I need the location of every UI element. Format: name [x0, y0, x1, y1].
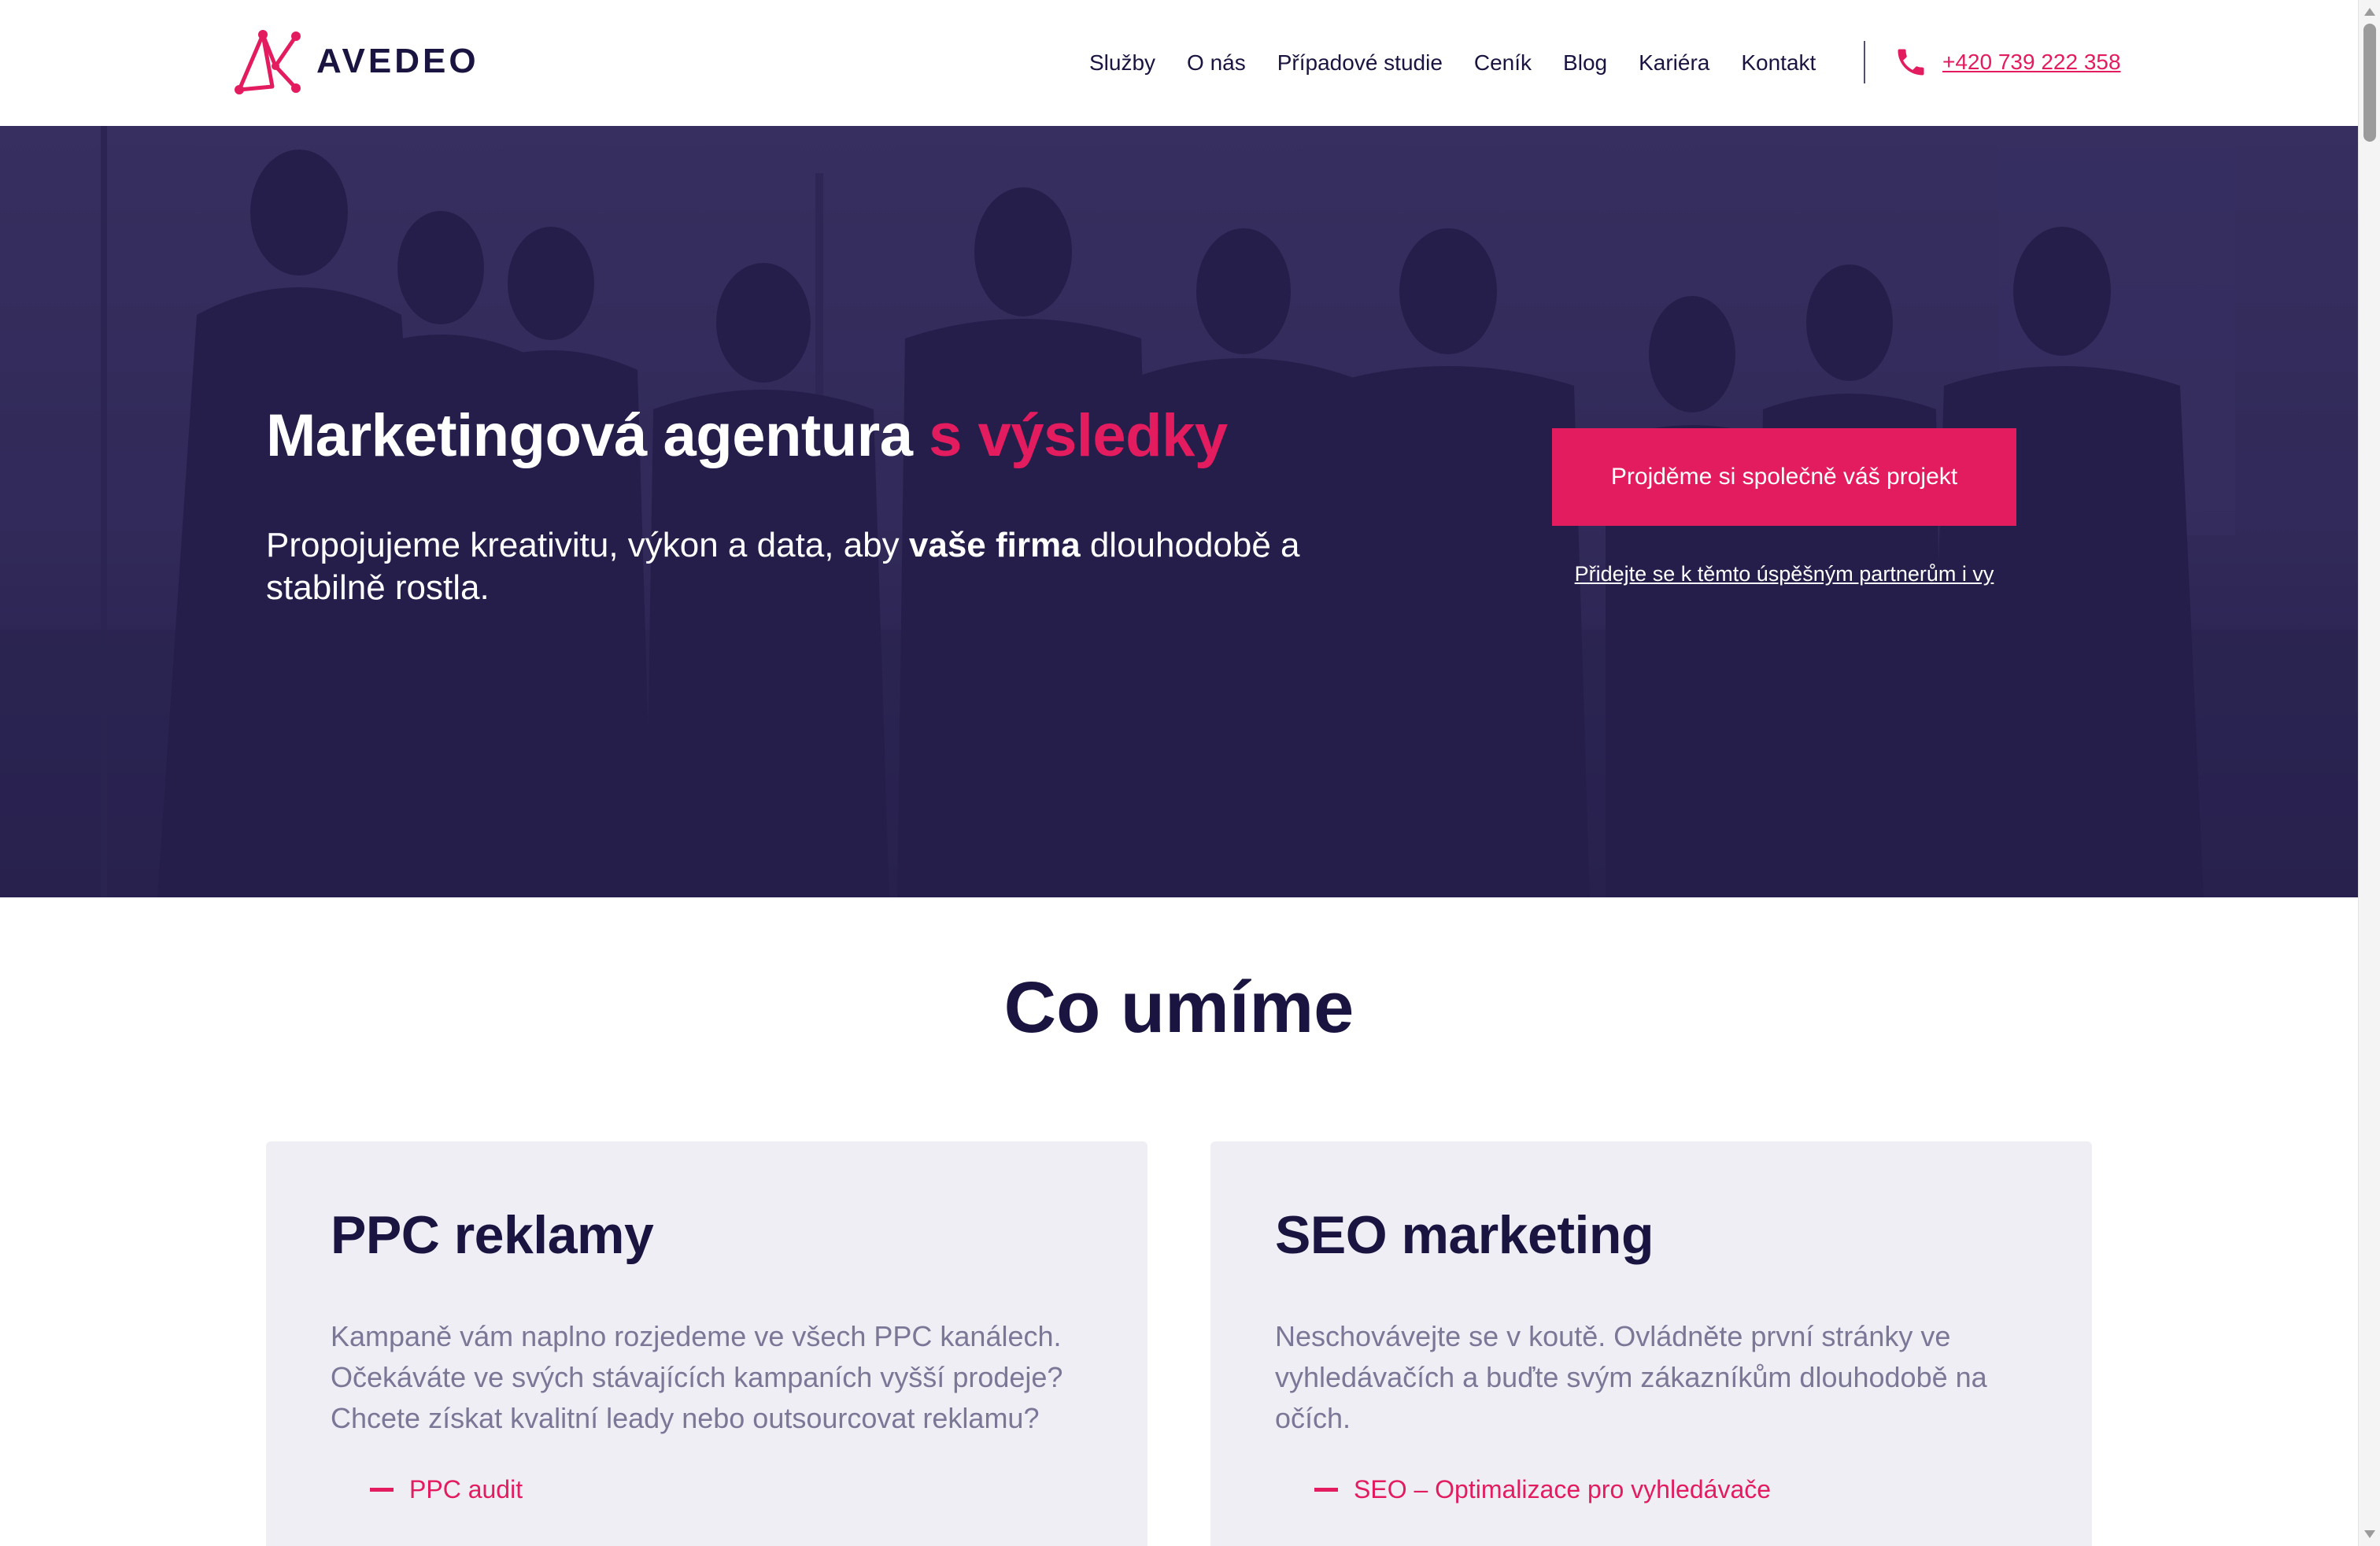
avedeo-logo-icon	[235, 30, 301, 94]
logo[interactable]: AVEDEO	[233, 28, 479, 94]
service-card-description: Neschovávejte se v koutě. Ovládněte prvn…	[1275, 1320, 1987, 1434]
service-card-description: Kampaně vám naplno rozjedeme ve všech PP…	[331, 1320, 1063, 1434]
service-link-label: SEO – Optimalizace pro vyhledávače	[1354, 1475, 1772, 1503]
service-card-title[interactable]: PPC reklamy	[331, 1204, 654, 1266]
project-cta-button[interactable]: Projděme si společně váš projekt	[1552, 428, 2016, 526]
scrollbar-thumb[interactable]	[2363, 24, 2376, 142]
hero-section: Marketingová agentura s výsledky Propoju…	[0, 126, 2358, 897]
hero-subtitle-bold: vaše firma	[908, 526, 1081, 564]
service-link-seo-optimalizace[interactable]: SEO – Optimalizace pro vyhledávače	[1314, 1475, 1771, 1504]
phone-icon	[1898, 49, 1924, 76]
dash-icon	[370, 1488, 394, 1492]
site-header: AVEDEO Služby O nás Případové studie Cen…	[0, 0, 2358, 126]
phone-number: +420 739 222 358	[1942, 50, 2121, 74]
services-heading: Co umíme	[1003, 967, 1354, 1048]
nav-divider	[1864, 41, 1865, 83]
service-link-list: PPC audit	[370, 1475, 523, 1504]
scroll-down-arrow-icon[interactable]	[2364, 1530, 2375, 1538]
service-link-ppc-audit[interactable]: PPC audit	[370, 1475, 523, 1504]
hero-title-main: Marketingová agentura	[266, 402, 929, 469]
nav-item-kariera[interactable]: Kariéra	[1639, 50, 1709, 76]
scroll-up-arrow-icon[interactable]	[2364, 8, 2375, 16]
page-scrollbar[interactable]	[2358, 0, 2380, 1546]
nav-item-pripadove-studie[interactable]: Případové studie	[1277, 50, 1443, 76]
service-link-list: SEO – Optimalizace pro vyhledávače	[1314, 1475, 1771, 1504]
hero-subtitle-text: Propojujeme kreativitu, výkon a data, ab…	[266, 526, 909, 564]
nav-item-blog[interactable]: Blog	[1563, 50, 1607, 76]
hero-title: Marketingová agentura s výsledky	[266, 401, 1228, 470]
service-card-ppc: PPC reklamy Kampaně vám naplno rozjedeme…	[266, 1141, 1148, 1546]
nav-item-kontakt[interactable]: Kontakt	[1741, 50, 1816, 76]
service-link-label: PPC audit	[409, 1475, 523, 1503]
dash-icon	[1314, 1488, 1338, 1492]
hero-subtitle: Propojujeme kreativitu, výkon a data, ab…	[266, 524, 1399, 609]
service-card-seo: SEO marketing Neschovávejte se v koutě. …	[1210, 1141, 2092, 1546]
service-card-title[interactable]: SEO marketing	[1275, 1204, 1654, 1266]
nav-item-cenik[interactable]: Ceník	[1474, 50, 1532, 76]
hero-title-accent: s výsledky	[929, 402, 1228, 469]
partners-link[interactable]: Přidejte se k těmto úspěšným partnerům i…	[1568, 562, 2001, 586]
main-nav: Služby O nás Případové studie Ceník Blog…	[1089, 46, 1847, 80]
nav-item-o-nas[interactable]: O nás	[1187, 50, 1246, 76]
logo-text: AVEDEO	[316, 42, 479, 80]
phone-link[interactable]: +420 739 222 358	[1894, 44, 2121, 80]
nav-item-sluzby[interactable]: Služby	[1089, 50, 1155, 76]
